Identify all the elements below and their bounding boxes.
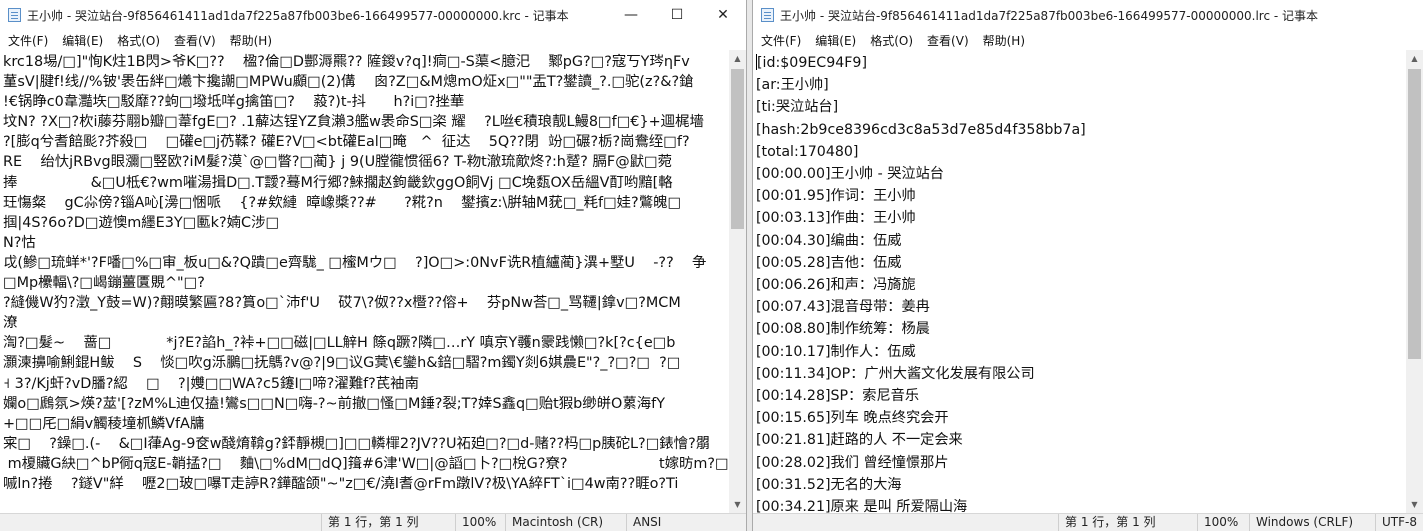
left-text-editor[interactable]: krc18埸/□]"恂K炷1B閃>爷K□?? 楹?倫□D酆溽羆?? 隡鍐v?q]… (0, 50, 729, 513)
menu-format[interactable]: 格式(O) (111, 32, 168, 49)
right-line-ending: Windows (CRLF) (1249, 514, 1375, 531)
left-encoding: ANSI (626, 514, 746, 531)
notepad-icon (761, 8, 774, 22)
right-window-title: 王小帅 - 哭泣站台-9f856461411ad1da7f225a87fb003… (780, 8, 1319, 23)
left-title-bar[interactable]: 王小帅 - 哭泣站台-9f856461411ad1da7f225a87fb003… (0, 0, 746, 30)
left-scroll-thumb[interactable] (731, 69, 744, 229)
right-status-bar: 第 1 行，第 1 列 100% Windows (CRLF) UTF-8 (753, 513, 1423, 531)
left-vertical-scrollbar[interactable]: ▲ ▼ (729, 50, 746, 513)
menu-edit[interactable]: 编辑(E) (809, 32, 864, 49)
right-text-content: [id:$09EC94F9] [ar:王小帅] [ti:哭泣站台] [hash:… (756, 55, 1086, 513)
minimize-button[interactable]: — (608, 0, 654, 30)
close-button[interactable]: ✕ (700, 0, 746, 30)
menu-edit[interactable]: 编辑(E) (56, 32, 111, 49)
left-zoom-level: 100% (455, 514, 505, 531)
scroll-down-arrow-icon[interactable]: ▼ (729, 496, 746, 513)
menu-file[interactable]: 文件(F) (755, 32, 809, 49)
right-notepad-window: 王小帅 - 哭泣站台-9f856461411ad1da7f225a87fb003… (752, 0, 1423, 531)
scroll-up-arrow-icon[interactable]: ▲ (1406, 50, 1423, 67)
notepad-icon (8, 8, 21, 22)
right-menu-bar: 文件(F) 编辑(E) 格式(O) 查看(V) 帮助(H) (753, 30, 1423, 50)
left-line-ending: Macintosh (CR) (505, 514, 626, 531)
left-text-content: krc18埸/□]"恂K炷1B閃>爷K□?? 楹?倫□D酆溽羆?? 隡鍐v?q]… (3, 54, 729, 492)
right-zoom-level: 100% (1197, 514, 1249, 531)
left-window-title: 王小帅 - 哭泣站台-9f856461411ad1da7f225a87fb003… (27, 8, 569, 23)
menu-view[interactable]: 查看(V) (168, 32, 224, 49)
right-vertical-scrollbar[interactable]: ▲ ▼ (1406, 50, 1423, 513)
left-cursor-position: 第 1 行，第 1 列 (321, 514, 455, 531)
menu-help[interactable]: 帮助(H) (977, 32, 1033, 49)
right-text-editor[interactable]: [id:$09EC94F9] [ar:王小帅] [ti:哭泣站台] [hash:… (753, 50, 1406, 513)
scroll-down-arrow-icon[interactable]: ▼ (1406, 496, 1423, 513)
left-menu-bar: 文件(F) 编辑(E) 格式(O) 查看(V) 帮助(H) (0, 30, 746, 50)
right-scroll-thumb[interactable] (1408, 69, 1421, 359)
maximize-button[interactable]: ☐ (654, 0, 700, 30)
menu-format[interactable]: 格式(O) (864, 32, 921, 49)
left-notepad-window: 王小帅 - 哭泣站台-9f856461411ad1da7f225a87fb003… (0, 0, 747, 531)
menu-view[interactable]: 查看(V) (921, 32, 977, 49)
menu-help[interactable]: 帮助(H) (224, 32, 280, 49)
right-cursor-position: 第 1 行，第 1 列 (1058, 514, 1197, 531)
right-title-bar[interactable]: 王小帅 - 哭泣站台-9f856461411ad1da7f225a87fb003… (753, 0, 1423, 30)
menu-file[interactable]: 文件(F) (2, 32, 56, 49)
left-status-bar: 第 1 行，第 1 列 100% Macintosh (CR) ANSI (0, 513, 746, 531)
scroll-up-arrow-icon[interactable]: ▲ (729, 50, 746, 67)
right-encoding: UTF-8 (1375, 514, 1423, 531)
